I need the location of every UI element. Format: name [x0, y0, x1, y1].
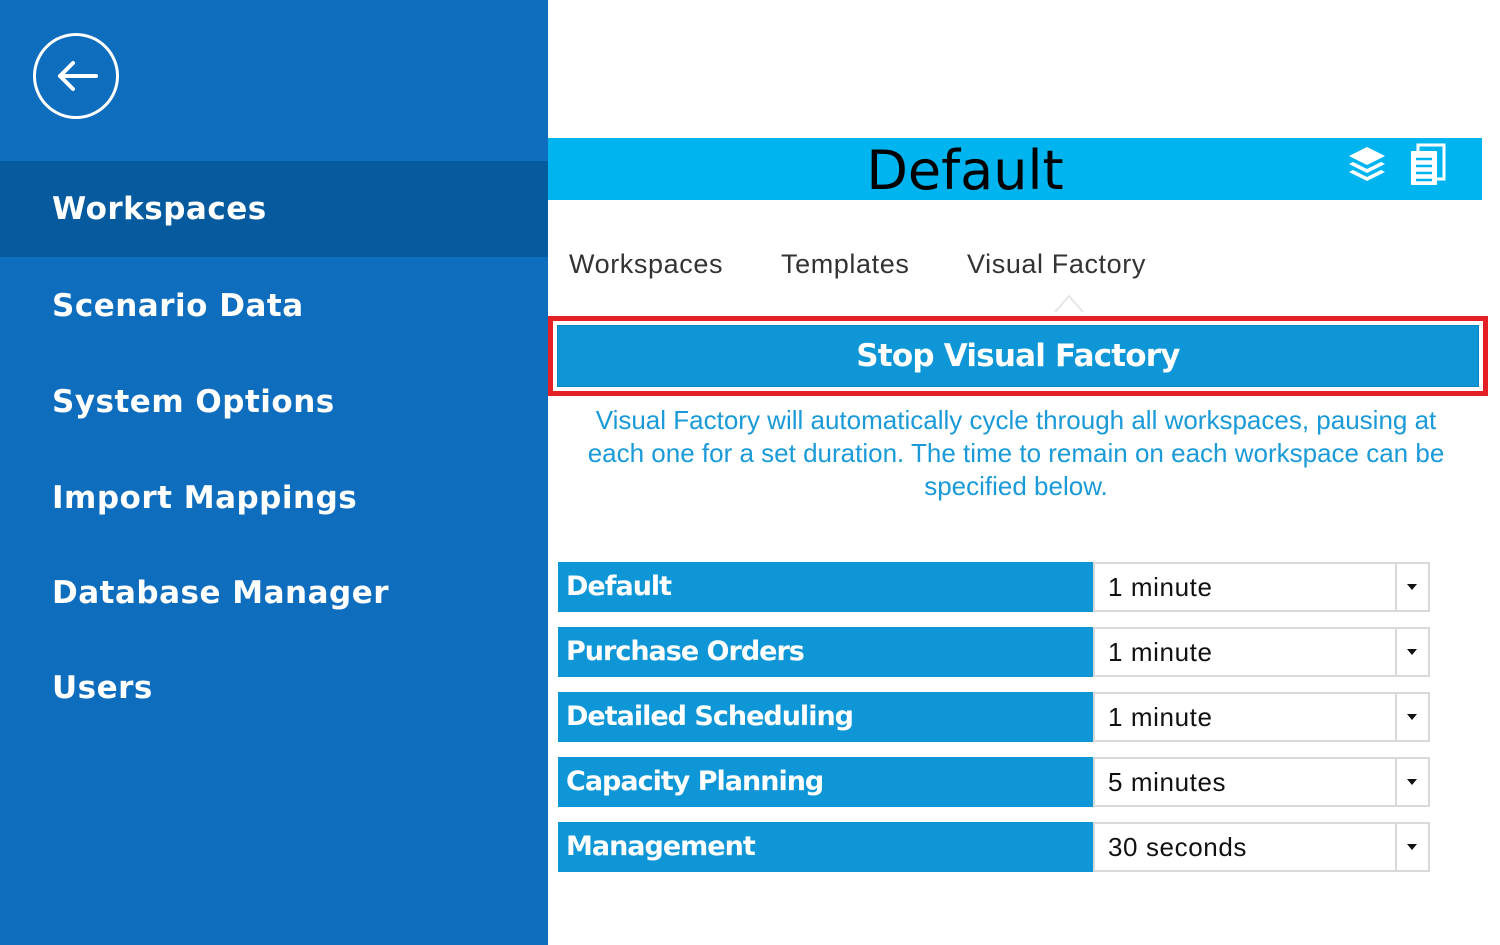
tab-visual-factory[interactable]: Visual Factory — [967, 244, 1146, 284]
workspace-name: Capacity Planning — [558, 757, 1093, 807]
chevron-down-icon — [1407, 649, 1417, 655]
workspace-name: Default — [558, 562, 1093, 612]
sidebar-item-users[interactable]: Users — [0, 640, 548, 736]
chevron-down-icon — [1407, 844, 1417, 850]
sidebar-item-label: Workspaces — [52, 191, 267, 227]
visual-factory-description: Visual Factory will automatically cycle … — [587, 405, 1445, 501]
chevron-down-icon — [1407, 714, 1417, 720]
tab-selected-indicator — [1054, 294, 1084, 313]
sidebar-item-system-options[interactable]: System Options — [0, 354, 548, 450]
workspace-name: Purchase Orders — [558, 627, 1093, 677]
sidebar-item-label: Users — [52, 670, 153, 706]
chevron-down-icon — [1407, 584, 1417, 590]
stop-visual-factory-label: Stop Visual Factory — [856, 338, 1180, 374]
sidebar-item-workspaces[interactable]: Workspaces — [0, 161, 548, 257]
duration-select[interactable]: 1 minute — [1093, 562, 1430, 612]
workspace-name: Management — [558, 822, 1093, 872]
duration-select[interactable]: 1 minute — [1093, 627, 1430, 677]
duration-select[interactable]: 5 minutes — [1093, 757, 1430, 807]
back-button[interactable] — [33, 33, 119, 119]
page-title: Default — [866, 139, 1064, 202]
document-list-icon[interactable] — [1408, 143, 1448, 193]
sidebar: Workspaces Scenario Data System Options … — [0, 0, 548, 945]
workspace-row: Default 1 minute — [558, 562, 1430, 612]
sidebar-item-import-mappings[interactable]: Import Mappings — [0, 450, 548, 546]
duration-value: 5 minutes — [1108, 767, 1227, 797]
stop-visual-factory-button[interactable]: Stop Visual Factory — [557, 325, 1479, 387]
tab-templates[interactable]: Templates — [781, 244, 909, 284]
dropdown-button[interactable] — [1395, 564, 1428, 610]
sidebar-item-label: Database Manager — [52, 575, 390, 611]
arrow-left-icon — [58, 61, 98, 91]
sidebar-item-label: Import Mappings — [52, 480, 358, 516]
layers-icon[interactable] — [1346, 143, 1388, 191]
duration-select[interactable]: 30 seconds — [1093, 822, 1430, 872]
workspace-row: Capacity Planning 5 minutes — [558, 757, 1430, 807]
duration-value: 1 minute — [1108, 637, 1213, 667]
tab-workspaces[interactable]: Workspaces — [569, 244, 723, 284]
workspace-row: Purchase Orders 1 minute — [558, 627, 1430, 677]
workspace-name: Detailed Scheduling — [558, 692, 1093, 742]
chevron-down-icon — [1407, 779, 1417, 785]
sidebar-item-label: System Options — [52, 384, 335, 420]
workspace-row: Management 30 seconds — [558, 822, 1430, 872]
dropdown-button[interactable] — [1395, 759, 1428, 805]
duration-value: 1 minute — [1108, 572, 1213, 602]
dropdown-button[interactable] — [1395, 824, 1428, 870]
title-bar: Default — [548, 138, 1482, 202]
sidebar-item-database-manager[interactable]: Database Manager — [0, 545, 548, 641]
sidebar-item-scenario-data[interactable]: Scenario Data — [0, 258, 548, 354]
sidebar-item-label: Scenario Data — [52, 288, 304, 324]
duration-value: 1 minute — [1108, 702, 1213, 732]
duration-value: 30 seconds — [1108, 832, 1247, 862]
dropdown-button[interactable] — [1395, 629, 1428, 675]
workspace-row: Detailed Scheduling 1 minute — [558, 692, 1430, 742]
duration-select[interactable]: 1 minute — [1093, 692, 1430, 742]
dropdown-button[interactable] — [1395, 694, 1428, 740]
